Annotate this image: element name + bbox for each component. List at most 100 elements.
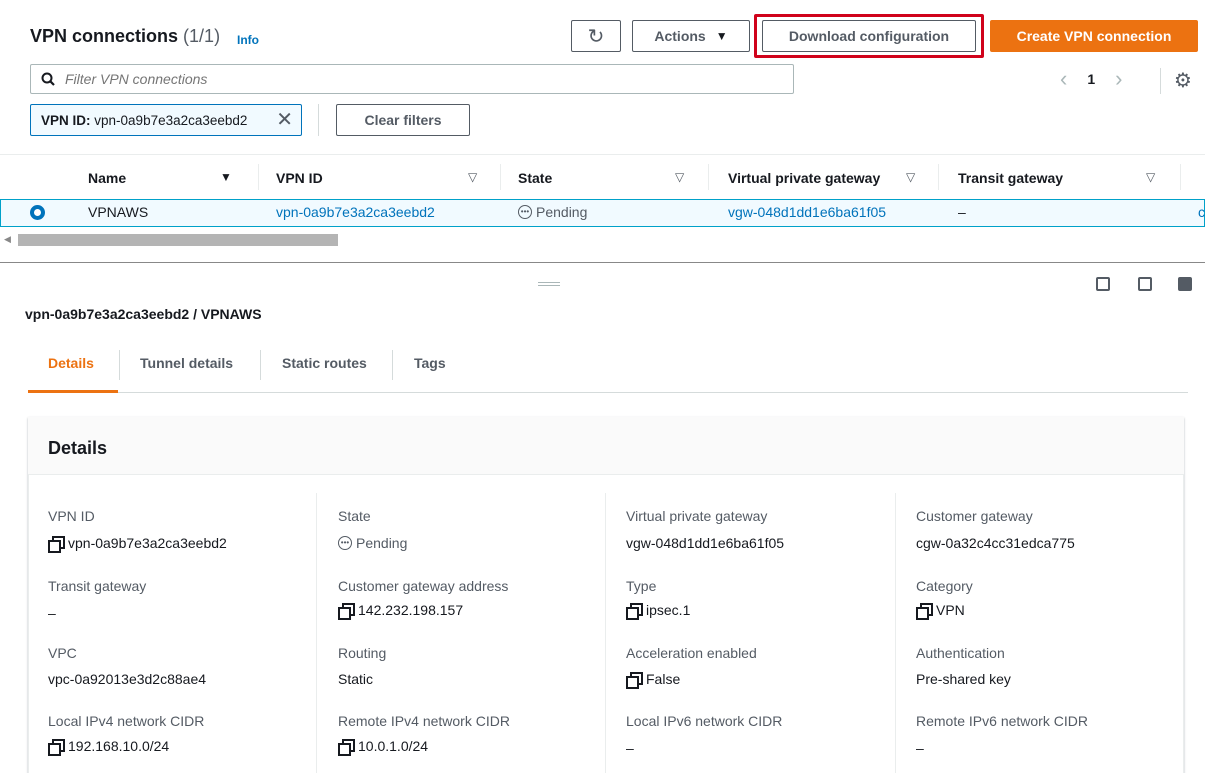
- sort-icon[interactable]: ▽: [1146, 170, 1155, 184]
- field-value: 192.168.10.0/24: [68, 738, 170, 754]
- table-row[interactable]: [0, 199, 1205, 227]
- horizontal-scrollbar[interactable]: [18, 234, 338, 246]
- detail-title: vpn-0a9b7e3a2ca3eebd2 / VPNAWS: [25, 306, 262, 322]
- search-box[interactable]: [30, 64, 794, 94]
- sort-icon[interactable]: ▽: [906, 170, 915, 184]
- create-vpn-connection-button[interactable]: Create VPN connection: [990, 20, 1198, 52]
- filter-token: VPN ID: vpn-0a9b7e3a2ca3eebd2 ✕: [30, 104, 302, 136]
- field-label: Transit gateway: [48, 578, 147, 594]
- field-remote-ipv4: 10.0.1.0/24: [338, 738, 429, 756]
- divider: [1160, 68, 1161, 94]
- info-link[interactable]: Info: [237, 33, 259, 47]
- column-header-name[interactable]: Name: [88, 170, 126, 186]
- cell-tgw: –: [958, 204, 966, 220]
- panel-layout-icon[interactable]: [1096, 277, 1110, 291]
- column-header-tgw[interactable]: Transit gateway: [958, 170, 1063, 186]
- column-header-state[interactable]: State: [518, 170, 552, 186]
- split-panel-divider[interactable]: [0, 262, 1205, 263]
- field-value: Pending: [356, 535, 408, 551]
- chevron-right-icon[interactable]: ›: [1115, 66, 1122, 92]
- column-separator: [938, 164, 939, 190]
- cell-state: ••• Pending: [518, 204, 587, 220]
- field-label: Local IPv4 network CIDR: [48, 713, 205, 729]
- field-value: 10.0.1.0/24: [358, 738, 429, 754]
- selection-count: (1/1): [183, 26, 221, 46]
- pagination: ‹ 1 ›: [1060, 66, 1122, 92]
- field-value: 142.232.198.157: [358, 602, 464, 618]
- column-separator: [500, 164, 501, 190]
- tab-separator: [119, 350, 120, 380]
- column-separator: [708, 164, 709, 190]
- chevron-left-icon[interactable]: ‹: [1060, 66, 1067, 92]
- field-value: vpn-0a9b7e3a2ca3eebd2: [68, 535, 227, 551]
- column-header-vpn-id[interactable]: VPN ID: [276, 170, 323, 186]
- close-icon[interactable]: ✕: [276, 107, 293, 132]
- field-value: ipsec.1: [646, 602, 691, 618]
- panel-layout-icon[interactable]: [1138, 277, 1152, 291]
- cell-name: VPNAWS: [88, 204, 149, 220]
- table-top-border: [0, 154, 1205, 155]
- cell-vpn-id[interactable]: vpn-0a9b7e3a2ca3eebd2: [276, 204, 435, 220]
- field-state: ••• Pending: [338, 535, 407, 551]
- tab-tunnel-details[interactable]: Tunnel details: [140, 355, 233, 371]
- panel-layout-icon[interactable]: [1178, 277, 1192, 291]
- actions-label: Actions: [654, 28, 706, 44]
- drag-handle-icon[interactable]: [538, 282, 560, 286]
- tab-tags[interactable]: Tags: [414, 355, 446, 371]
- sort-icon[interactable]: ▽: [468, 170, 477, 184]
- field-label: Local IPv6 network CIDR: [626, 713, 783, 729]
- copy-icon[interactable]: [338, 739, 355, 756]
- column-divider: [605, 493, 606, 773]
- sort-icon[interactable]: ▼: [220, 170, 232, 184]
- page-title-text: VPN connections: [30, 26, 179, 46]
- actions-button[interactable]: Actions ▼: [632, 20, 750, 52]
- filter-token-key: VPN ID:: [41, 112, 91, 128]
- row-radio-button[interactable]: [30, 205, 45, 220]
- field-label: Virtual private gateway: [626, 508, 768, 524]
- copy-icon[interactable]: [48, 739, 65, 756]
- field-label: Type: [626, 578, 657, 594]
- field-routing: Static: [338, 671, 374, 687]
- column-header-vgw[interactable]: Virtual private gateway: [728, 170, 880, 186]
- copy-icon[interactable]: [916, 603, 933, 620]
- copy-icon[interactable]: [626, 603, 643, 620]
- caret-down-icon: ▼: [715, 29, 728, 43]
- field-vpc[interactable]: vpc-0a92013e3d2c88ae4: [48, 671, 206, 687]
- scroll-left-icon[interactable]: ◀: [4, 234, 11, 245]
- field-cgw[interactable]: cgw-0a32c4cc31edca775: [916, 535, 1075, 551]
- copy-icon[interactable]: [626, 672, 643, 689]
- field-vgw[interactable]: vgw-048d1dd1e6ba61f05: [626, 535, 784, 551]
- search-input[interactable]: [65, 71, 765, 87]
- field-value: False: [646, 671, 681, 687]
- field-label: Authentication: [916, 645, 1005, 661]
- column-divider: [316, 493, 317, 773]
- settings-icon[interactable]: ⚙: [1174, 68, 1192, 93]
- column-separator: [258, 164, 259, 190]
- page-title: VPN connections (1/1): [30, 26, 220, 47]
- field-type: ipsec.1: [626, 602, 691, 620]
- refresh-button[interactable]: ↻: [571, 20, 621, 52]
- tab-details[interactable]: Details: [48, 355, 94, 371]
- field-label: Category: [916, 578, 973, 594]
- copy-icon[interactable]: [48, 536, 65, 553]
- field-label: State: [338, 508, 371, 524]
- field-label: Remote IPv4 network CIDR: [338, 713, 510, 729]
- field-vpn-id: vpn-0a9b7e3a2ca3eebd2: [48, 535, 227, 553]
- cell-cut-off[interactable]: c: [1198, 204, 1205, 220]
- field-label: Customer gateway address: [338, 578, 509, 594]
- field-category: VPN: [916, 602, 965, 620]
- field-label: Remote IPv6 network CIDR: [916, 713, 1088, 729]
- page-number[interactable]: 1: [1087, 71, 1095, 87]
- field-local-ipv6: –: [626, 740, 634, 756]
- divider: [318, 104, 319, 136]
- clear-filters-button[interactable]: Clear filters: [336, 104, 470, 136]
- sort-icon[interactable]: ▽: [675, 170, 684, 184]
- active-tab-indicator: [28, 390, 118, 393]
- field-remote-ipv6: –: [916, 740, 924, 756]
- tab-static-routes[interactable]: Static routes: [282, 355, 367, 371]
- copy-icon[interactable]: [338, 603, 355, 620]
- cell-vgw[interactable]: vgw-048d1dd1e6ba61f05: [728, 204, 886, 220]
- search-icon: [41, 72, 55, 86]
- download-configuration-button[interactable]: Download configuration: [762, 20, 976, 52]
- pending-icon: •••: [518, 205, 532, 219]
